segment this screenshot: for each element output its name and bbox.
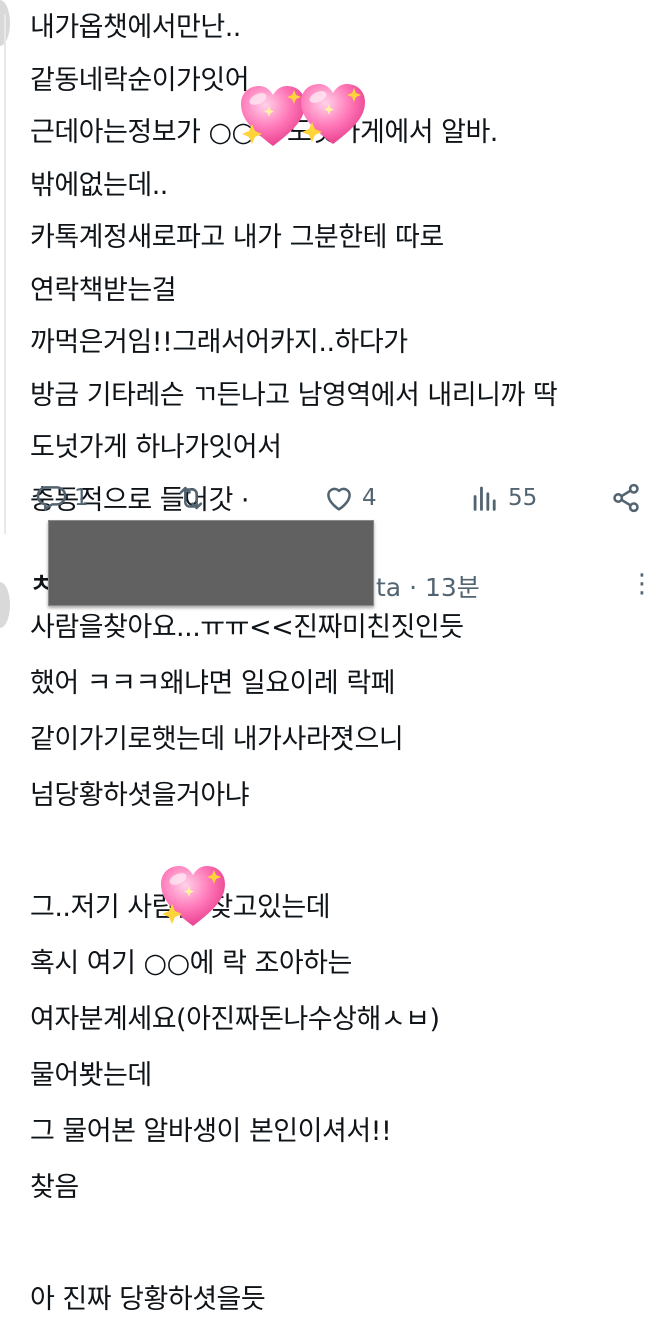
tweet-text-line: 찾음 [30,1172,79,1203]
sparkling-heart-sticker [158,864,228,930]
like-count: 4 [362,485,377,511]
tweet-text-line: 물어봣는데 [30,1060,152,1091]
views-count: 55 [508,485,538,511]
tweet-text-line: 밖에없는데.. [30,169,168,201]
tweet-text-line [30,1220,660,1276]
redaction-box [48,520,374,606]
tweet-text-line: 아 진짜 당황하셧을듯 [30,1284,266,1315]
tweet-text-line: 도넛가게 하나가잇어서 [30,432,282,463]
author-handle-time[interactable]: ta · 13분 [376,568,480,604]
reply-button[interactable]: 1 [34,478,89,518]
tweet-text-line: 방금 기타레슨 ㄲ든나고 남영역에서 내리니까 딱 [30,379,558,411]
tweet-action-bar: 1 4 55 [0,478,667,518]
heart-outline-icon [327,487,351,511]
tweet-text-line: 그 물어본 알바생이 본인이셔서!! [30,1116,392,1147]
tweet-text-line: 같이가기로햇는데 내가사라졋으니 [30,724,404,755]
tweet-text-line: 까먹은거임!!그래서어카지..하다가 [30,327,408,358]
tweet-text-line: 여자분계세요(아진짜돈나수상해ㅅㅂ) [30,1004,440,1035]
share-icon [613,483,639,513]
tweet-text-line [30,828,660,884]
views-button[interactable]: 55 [468,478,537,518]
retweet-button[interactable] [174,478,208,518]
avatar[interactable] [0,582,10,628]
more-options-icon[interactable]: ⋮ [622,566,662,602]
retweet-icon [179,486,203,510]
reply-count: 1 [74,485,89,511]
like-button[interactable]: 4 [322,478,377,518]
tweet-text-line: 혹시 여기 ○○에 락 조아하는 [30,948,352,979]
sparkling-heart-sticker [298,82,368,148]
tweet-text-line: 카톡계정새로파고 내가 그분한테 따로 [30,222,444,253]
tweet-text: 사람을찾아요...ㅠㅠ<<진짜미친짓인듯 했어 ㅋㅋㅋ왜냐면 일요이레 락페 같… [30,604,660,1332]
thread-connector-line [4,14,6,534]
tweet-text-line: 연락책받는걸 [30,274,177,306]
thread-gutter [0,0,12,1200]
reply-icon [36,486,67,511]
share-button[interactable] [609,478,643,518]
tweet-text-line: 했어 ㅋㅋㅋ왜냐면 일요이레 락페 [30,668,396,699]
tweet-text-line: 그..저기 사람을 찾고있는데 [30,892,331,923]
tweet-text-line: 넘당황하셧을거아냐 [30,780,250,811]
tweet-text-line: 내가옵챗에서만난.. [30,12,241,43]
bar-chart-icon [473,486,496,511]
tweet-text-line: 사람을찾아요...ㅠㅠ<<진짜미친짓인듯 [30,612,464,643]
